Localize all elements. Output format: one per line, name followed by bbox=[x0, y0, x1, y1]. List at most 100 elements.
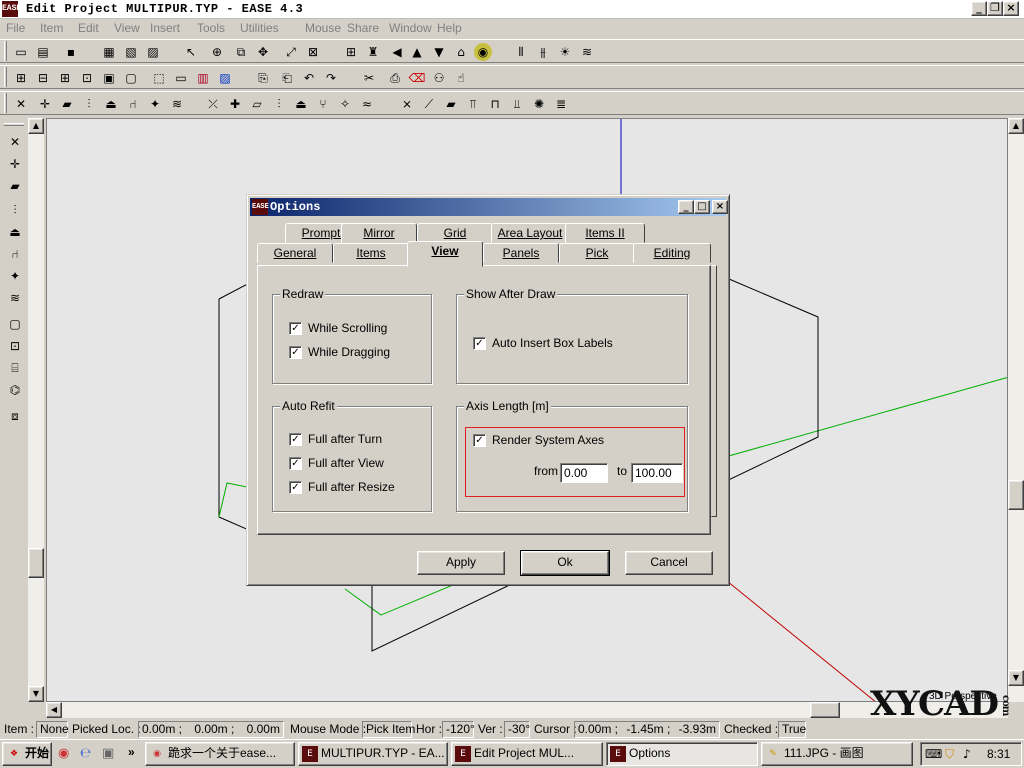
plane-icon[interactable]: ▰ bbox=[442, 95, 460, 113]
speaker-icon[interactable]: ♜ bbox=[364, 43, 382, 61]
add-chair-icon[interactable]: ⑁ bbox=[6, 245, 24, 263]
ok-button[interactable]: Ok bbox=[520, 550, 610, 576]
move-icon[interactable]: ✥ bbox=[254, 43, 272, 61]
new-project-icon[interactable]: ▭ bbox=[12, 43, 30, 61]
cylinder-icon[interactable]: ⌬ bbox=[6, 381, 24, 399]
arrow-left-icon[interactable]: ◀ bbox=[388, 43, 406, 61]
add-light-icon[interactable]: ✦ bbox=[6, 267, 24, 285]
dialog-title-bar[interactable]: EASE Options _ □ × bbox=[250, 198, 728, 216]
surface-select-icon[interactable]: ≈ bbox=[358, 95, 376, 113]
full-after-view-checkbox[interactable]: ✓ Full after View bbox=[289, 456, 384, 470]
add-face-icon[interactable]: ▰ bbox=[6, 177, 24, 195]
surface-icon[interactable]: ≋ bbox=[168, 95, 186, 113]
tab-editing[interactable]: Editing bbox=[633, 243, 711, 263]
menu-insert[interactable]: Insert bbox=[150, 21, 180, 35]
box-icon[interactable]: ▢ bbox=[6, 315, 24, 333]
add-point-icon[interactable]: ✛ bbox=[36, 95, 54, 113]
page-copy-icon[interactable]: ⎗ bbox=[278, 69, 296, 87]
tab-items[interactable]: Items bbox=[333, 243, 409, 263]
undo-icon[interactable]: ↶ bbox=[300, 69, 318, 87]
menu-mouse[interactable]: Mouse bbox=[305, 21, 341, 35]
menu-file[interactable]: File bbox=[6, 21, 25, 35]
tab-general[interactable]: General bbox=[257, 243, 333, 263]
task-multipur[interactable]: E MULTIPUR.TYP - EA... bbox=[298, 742, 448, 766]
box-2-icon[interactable]: ⊡ bbox=[6, 337, 24, 355]
vertex-add-icon[interactable]: ✚ bbox=[226, 95, 244, 113]
save-icon[interactable]: ▪ bbox=[62, 43, 80, 61]
bulb-icon[interactable]: ✺ bbox=[530, 95, 548, 113]
scroll-down-icon[interactable]: ▼ bbox=[28, 686, 44, 702]
chrome-icon[interactable]: ◉ bbox=[58, 746, 69, 761]
select-box-icon[interactable]: ⧉ bbox=[232, 43, 250, 61]
export-icon[interactable]: ▨ bbox=[144, 43, 162, 61]
shield-icon[interactable]: ⛉ bbox=[945, 747, 954, 762]
volume-icon[interactable]: ♪ bbox=[963, 747, 971, 761]
horizontal-scrollbar[interactable]: ◀ bbox=[46, 702, 1008, 718]
render-icon[interactable]: ▨ bbox=[216, 69, 234, 87]
close-icon[interactable]: × bbox=[1003, 1, 1019, 16]
menu-share[interactable]: Share bbox=[347, 21, 379, 35]
menu-utilities[interactable]: Utilities bbox=[240, 21, 279, 35]
while-dragging-checkbox[interactable]: ✓ While Dragging bbox=[289, 345, 390, 359]
tab-items-ii[interactable]: Items II bbox=[565, 223, 645, 243]
globe-icon[interactable]: ◉ bbox=[474, 43, 492, 61]
scroll-thumb[interactable] bbox=[810, 702, 840, 718]
vertex-delete-icon[interactable]: ⤫ bbox=[204, 95, 222, 113]
zoom-fit-icon[interactable]: ⤢ bbox=[282, 43, 300, 61]
chart-icon[interactable]: ▥ bbox=[194, 69, 212, 87]
stage-icon[interactable]: ⊓ bbox=[486, 95, 504, 113]
redo-icon[interactable]: ↷ bbox=[322, 69, 340, 87]
array-select-icon[interactable]: ⫶ bbox=[270, 95, 288, 113]
print-icon[interactable]: ▦ bbox=[100, 43, 118, 61]
face-select-icon[interactable]: ▱ bbox=[248, 95, 266, 113]
wall-icon[interactable]: ≣ bbox=[552, 95, 570, 113]
axis-to-input[interactable]: 100.00 bbox=[631, 463, 683, 483]
chair-select-icon[interactable]: ⑂ bbox=[314, 95, 332, 113]
grid-icon[interactable]: ⊞ bbox=[342, 43, 360, 61]
speaker-array-icon[interactable]: ⫶ bbox=[80, 95, 98, 113]
menu-edit[interactable]: Edit bbox=[78, 21, 99, 35]
layout-6-icon[interactable]: ▢ bbox=[122, 69, 140, 87]
wave-icon[interactable]: ≋ bbox=[578, 43, 596, 61]
menu-view[interactable]: View bbox=[114, 21, 140, 35]
menu-window[interactable]: Window bbox=[389, 21, 432, 35]
paste-icon[interactable]: ⎙ bbox=[386, 69, 404, 87]
dialog-minimize-icon[interactable]: _ bbox=[678, 200, 694, 214]
layout-4-icon[interactable]: ⊡ bbox=[78, 69, 96, 87]
chair-icon[interactable]: ⑁ bbox=[124, 95, 142, 113]
task-browser[interactable]: ◉ 跪求一个关于ease... bbox=[145, 742, 295, 766]
left-scrollbar[interactable]: ▲ ▼ bbox=[28, 118, 44, 702]
light-source-icon[interactable]: ✦ bbox=[146, 95, 164, 113]
mirror-y-icon[interactable]: ⫵ bbox=[534, 43, 552, 61]
cut-item-icon[interactable]: ⨯ bbox=[398, 95, 416, 113]
hand-icon[interactable]: ☝ bbox=[452, 69, 470, 87]
while-scrolling-checkbox[interactable]: ✓ While Scrolling bbox=[289, 321, 387, 335]
tab-area-layout[interactable]: Area Layout bbox=[491, 223, 569, 243]
zoom-window-icon[interactable]: ⊠ bbox=[304, 43, 322, 61]
task-options[interactable]: E Options bbox=[606, 742, 758, 766]
tab-grid[interactable]: Grid bbox=[417, 223, 493, 243]
crosshair-icon[interactable]: ⊕ bbox=[208, 43, 226, 61]
tab-view[interactable]: View bbox=[407, 241, 483, 267]
keyboard-icon[interactable]: ⌨ bbox=[925, 747, 942, 761]
right-scrollbar[interactable]: ▲ ▼ bbox=[1008, 118, 1024, 702]
group-icon[interactable]: ⚇ bbox=[430, 69, 448, 87]
menu-item[interactable]: Item bbox=[40, 21, 63, 35]
scroll-thumb[interactable] bbox=[28, 548, 44, 578]
auto-insert-box-labels-checkbox[interactable]: ✓ Auto Insert Box Labels bbox=[473, 336, 613, 350]
light-icon[interactable]: ☀ bbox=[556, 43, 574, 61]
stairs-icon[interactable]: ⌸ bbox=[6, 359, 24, 377]
full-after-resize-checkbox[interactable]: ✓ Full after Resize bbox=[289, 480, 395, 494]
face-icon[interactable]: ▰ bbox=[58, 95, 76, 113]
page-icon[interactable]: ⎘ bbox=[254, 69, 272, 87]
start-button[interactable]: ❖ 开始 bbox=[2, 742, 52, 766]
open-project-icon[interactable]: ▤ bbox=[34, 43, 52, 61]
add-array-icon[interactable]: ⫶ bbox=[6, 201, 24, 219]
pointer-icon[interactable]: ↖ bbox=[182, 43, 200, 61]
delete-vertex-icon[interactable]: ✕ bbox=[6, 133, 24, 151]
arrow-down-icon[interactable]: ▼ bbox=[430, 43, 448, 61]
scroll-thumb[interactable] bbox=[1008, 480, 1024, 510]
eraser-icon[interactable]: ⌫ bbox=[408, 69, 426, 87]
seat-icon[interactable]: ⏏ bbox=[102, 95, 120, 113]
scroll-up-icon[interactable]: ▲ bbox=[28, 118, 44, 134]
